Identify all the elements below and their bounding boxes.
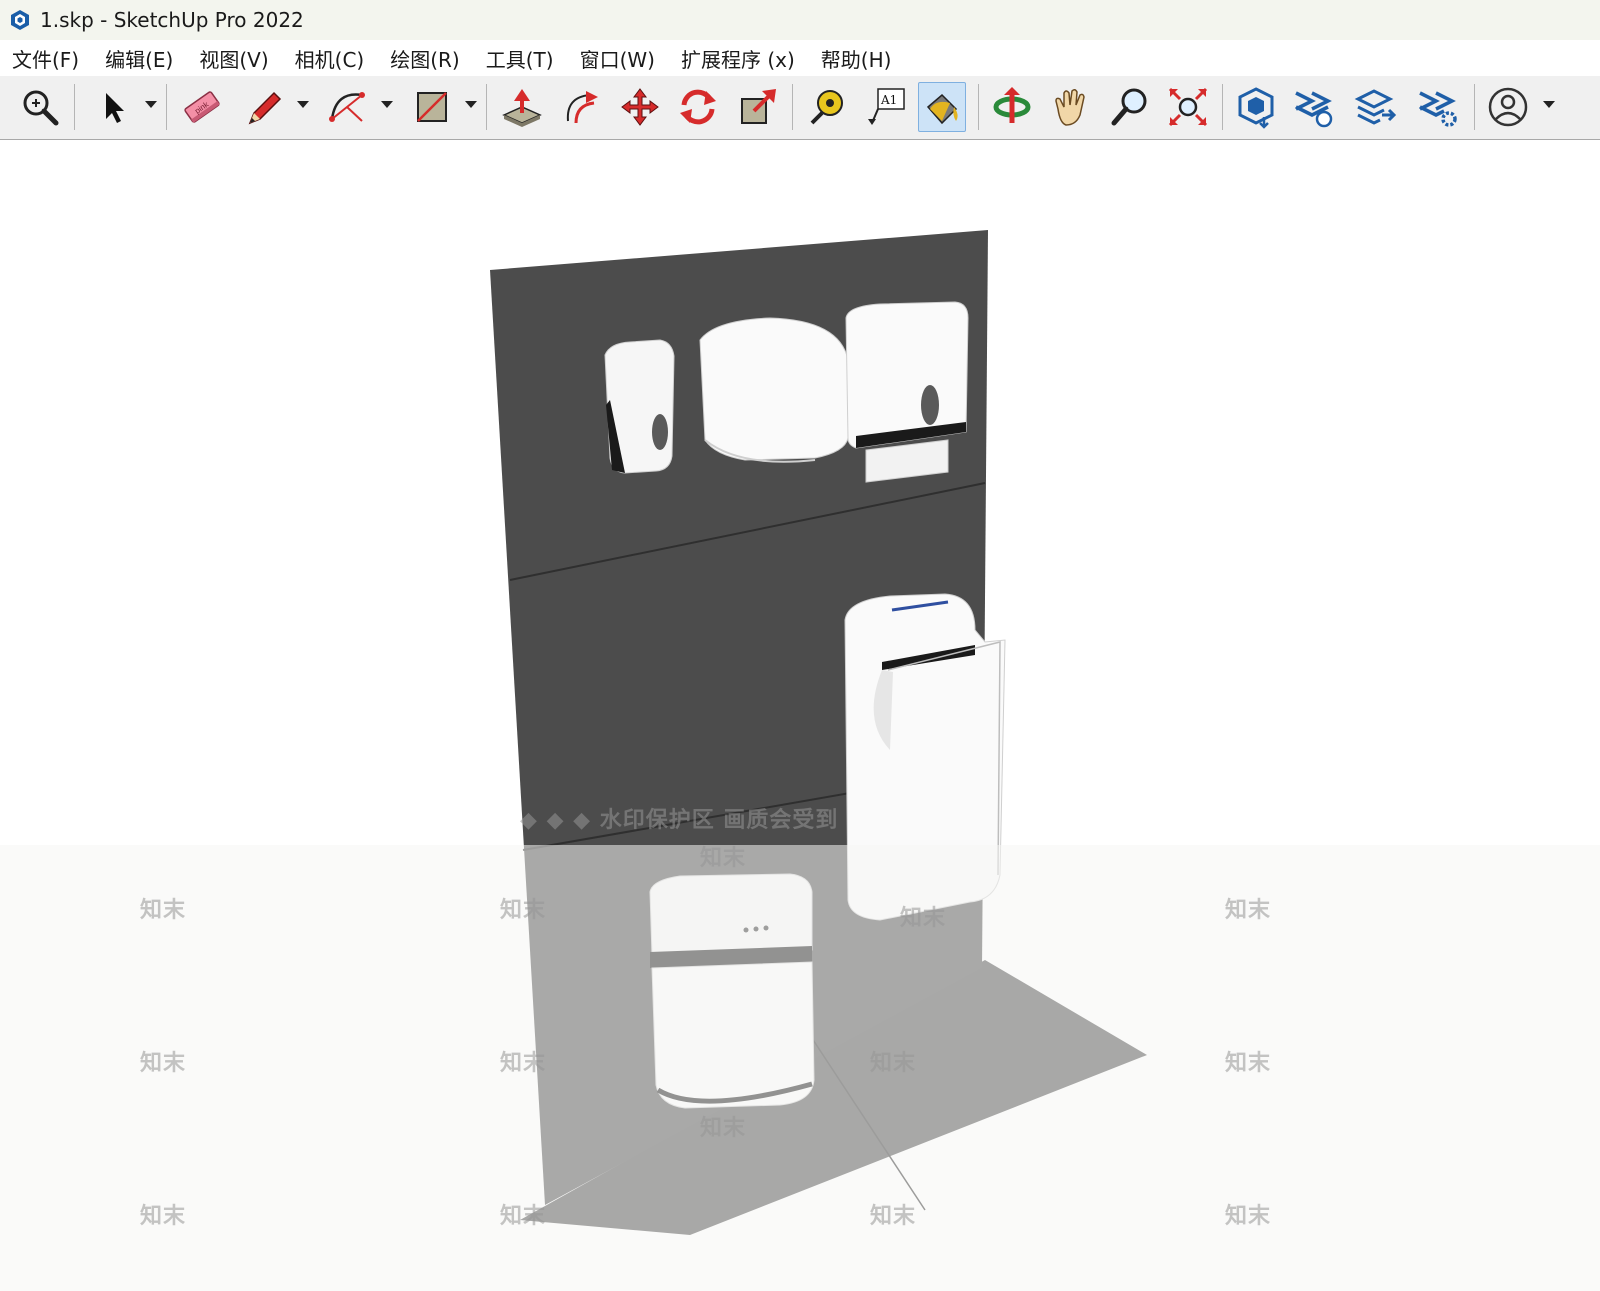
paint-bucket-button[interactable] [918, 82, 966, 132]
eraser-button[interactable]: pink [178, 82, 226, 132]
zoom-extents-button[interactable] [1164, 82, 1212, 132]
select-button[interactable] [88, 82, 136, 132]
toolbar-separator [792, 84, 793, 130]
watermark-tile: 知末 [500, 1051, 547, 1076]
account-button[interactable] [1484, 82, 1532, 132]
scale-button[interactable] [734, 82, 782, 132]
sketchup-logo-icon [11, 10, 29, 30]
3d-warehouse-icon [1238, 87, 1274, 129]
push-pull-button[interactable] [498, 82, 546, 132]
rotate-icon [680, 89, 716, 125]
title-bar: 1.skp - SketchUp Pro 2022 [0, 0, 1600, 40]
rotate-button[interactable] [674, 82, 722, 132]
paint-bucket-icon [926, 93, 958, 125]
push-pull-icon [502, 89, 542, 127]
text-button[interactable]: A1 [862, 82, 910, 132]
text-tool-glyph: A1 [880, 93, 897, 107]
menu-camera[interactable]: 相机(C) [295, 44, 365, 73]
watermark-tile: 知末 [140, 1204, 187, 1229]
layout-send-icon [1354, 89, 1397, 125]
text-label-icon: A1 [868, 88, 905, 125]
soap-dispenser[interactable] [604, 339, 675, 474]
orbit-icon [993, 87, 1031, 123]
arc-button[interactable] [324, 82, 372, 132]
zoom-button[interactable] [1106, 82, 1154, 132]
watermark-tile: 知末 [1225, 1204, 1272, 1229]
zoom-icon [1111, 88, 1147, 126]
watermark-tile: 知末 [870, 1204, 917, 1229]
menu-file[interactable]: 文件(F) [12, 44, 79, 73]
chevron-down-icon [145, 101, 157, 108]
extension-warehouse-button[interactable] [1290, 82, 1338, 132]
menu-tools[interactable]: 工具(T) [486, 44, 554, 73]
watermark-tile: 知末 [1225, 898, 1272, 923]
zoom-window-button[interactable] [16, 82, 64, 132]
chevron-down-icon [465, 101, 477, 108]
jet-hand-dryer[interactable] [844, 593, 1006, 921]
watermark-tile: 知末 [1225, 1051, 1272, 1076]
rectangle-dropdown[interactable] [464, 98, 478, 112]
menu-bar: 文件(F) 编辑(E) 视图(V) 相机(C) 绘图(R) 工具(T) 窗口(W… [0, 40, 1600, 76]
rectangle-button[interactable] [408, 82, 456, 132]
smart-trash-bin[interactable] [649, 873, 815, 1109]
arc-icon [329, 92, 365, 122]
zoom-window-icon [23, 90, 59, 126]
select-dropdown[interactable] [144, 98, 158, 112]
watermark-tile: 知末 [700, 846, 747, 871]
extension-manager-icon [1419, 91, 1457, 127]
select-arrow-icon [106, 93, 124, 123]
move-button[interactable] [616, 82, 664, 132]
watermark-tile: 知末 [500, 1204, 547, 1229]
watermark-tile: 知末 [140, 898, 187, 923]
menu-help[interactable]: 帮助(H) [821, 44, 892, 73]
account-icon [1488, 87, 1528, 127]
toolbar-separator [978, 84, 979, 130]
watermark-tile: 知末 [700, 1116, 747, 1141]
toolbar-separator [486, 84, 487, 130]
chevron-down-icon [381, 101, 393, 108]
menu-draw[interactable]: 绘图(R) [390, 44, 460, 73]
menu-extensions[interactable]: 扩展程序 (x) [681, 44, 795, 73]
account-dropdown[interactable] [1542, 98, 1556, 112]
menu-edit[interactable]: 编辑(E) [105, 44, 173, 73]
toolbar-separator [74, 84, 75, 130]
chevron-down-icon [1543, 101, 1555, 108]
toolbar-separator [166, 84, 167, 130]
toolbar-separator [1222, 84, 1223, 130]
extension-manager-button[interactable] [1414, 82, 1462, 132]
main-toolbar: pink A1 [0, 76, 1600, 140]
watermark-tile: 知末 [870, 1051, 917, 1076]
zoom-extents-icon [1168, 87, 1208, 127]
chevron-down-icon [297, 101, 309, 108]
window-title: 1.skp - SketchUp Pro 2022 [40, 8, 304, 32]
eraser-icon: pink [184, 91, 220, 123]
rectangle-icon [417, 92, 447, 122]
orbit-button[interactable] [988, 82, 1036, 132]
pan-button[interactable] [1046, 82, 1094, 132]
move-icon [621, 88, 659, 126]
line-button[interactable] [240, 82, 288, 132]
hand-dryer-round[interactable] [699, 317, 849, 463]
send-to-layout-button[interactable] [1352, 82, 1400, 132]
scene-canvas [490, 230, 1147, 1235]
tape-measure-icon [810, 90, 843, 125]
watermark-tile: 知末 [900, 906, 947, 931]
offset-icon [566, 91, 598, 124]
pan-hand-icon [1055, 88, 1085, 126]
line-dropdown[interactable] [296, 98, 310, 112]
model-viewport[interactable]: ◆ ◆ ◆ 水印保护区 画质会受到 知末 知末 知末 知末 知末 知末 知末 知… [0, 140, 1600, 1291]
toolbar-separator [1474, 84, 1475, 130]
watermark-banner: ◆ ◆ ◆ 水印保护区 画质会受到 [520, 808, 839, 833]
menu-view[interactable]: 视图(V) [199, 44, 268, 73]
menu-window[interactable]: 窗口(W) [580, 44, 655, 73]
offset-button[interactable] [558, 82, 606, 132]
3d-warehouse-button[interactable] [1232, 82, 1280, 132]
tape-measure-button[interactable] [802, 82, 850, 132]
pencil-line-icon [248, 91, 282, 125]
extension-warehouse-icon [1295, 91, 1333, 128]
arc-dropdown[interactable] [380, 98, 394, 112]
watermark-tile: 知末 [140, 1051, 187, 1076]
scale-icon [741, 89, 776, 124]
watermark-tile: 知末 [500, 898, 547, 923]
